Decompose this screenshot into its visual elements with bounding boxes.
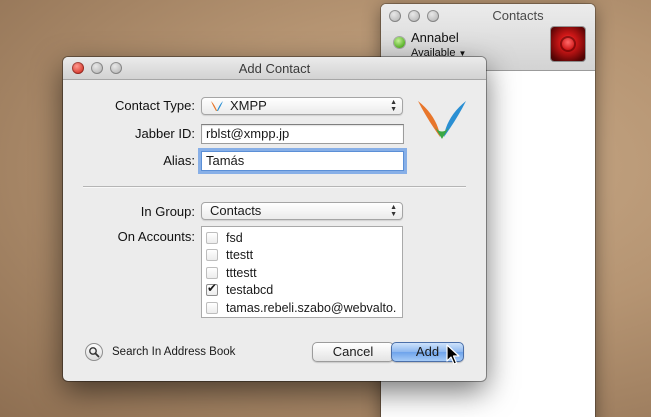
popup-arrows-icon: ▲ ▼	[390, 99, 397, 113]
search-address-book-label: Search In Address Book	[112, 346, 236, 358]
add-contact-dialog: Add Contact Contact Type: XMPP ▲ ▼ Jabber…	[63, 57, 486, 381]
account-name: testabcd	[226, 283, 274, 298]
account-checkbox-checked[interactable]	[206, 281, 218, 297]
search-address-book-button[interactable]: Search In Address Book	[85, 343, 235, 361]
list-item[interactable]: tamas.rebeli.szabo@webvalto.	[202, 299, 402, 317]
alias-field[interactable]: Tamás	[201, 151, 404, 171]
cancel-button[interactable]: Cancel	[312, 342, 394, 362]
group-value: Contacts	[210, 203, 262, 218]
xmpp-logo-icon	[418, 101, 466, 139]
account-checkbox[interactable]	[206, 301, 218, 314]
account-name: tttestt	[226, 265, 257, 280]
contact-type-popup[interactable]: XMPP ▲ ▼	[201, 97, 403, 115]
account-name: ttestt	[226, 248, 254, 263]
status-available-icon	[394, 37, 405, 48]
alias-label: Alias:	[163, 153, 195, 168]
dialog-title: Add Contact	[238, 61, 311, 76]
list-item[interactable]: fsd	[202, 229, 402, 247]
accounts-list: fsd ttestt tttestt testabcd tamas.rebeli…	[201, 226, 403, 318]
divider	[83, 186, 466, 188]
jabber-id-field[interactable]: rblst@xmpp.jp	[201, 124, 404, 144]
xmpp-small-icon	[211, 101, 223, 111]
group-popup[interactable]: Contacts ▲ ▼	[201, 202, 403, 220]
popup-arrows-icon: ▲ ▼	[390, 204, 397, 218]
contact-type-value: XMPP	[230, 98, 267, 113]
account-checkbox[interactable]	[206, 266, 218, 279]
account-name: tamas.rebeli.szabo@webvalto.	[226, 300, 397, 315]
list-item[interactable]: ttestt	[202, 247, 402, 265]
contact-type-label: Contact Type:	[115, 98, 195, 113]
list-item[interactable]: testabcd	[202, 281, 402, 300]
on-accounts-label: On Accounts:	[117, 229, 195, 244]
list-item[interactable]: tttestt	[202, 264, 402, 282]
magnifying-glass-icon	[85, 343, 103, 361]
account-name: fsd	[226, 230, 243, 245]
in-group-label: In Group:	[140, 204, 195, 219]
user-name[interactable]: Annabel	[411, 30, 459, 45]
avatar[interactable]	[551, 27, 585, 61]
mouse-cursor-icon	[446, 344, 460, 365]
account-checkbox[interactable]	[206, 249, 218, 262]
dialog-titlebar: Add Contact	[63, 57, 486, 80]
account-checkbox[interactable]	[206, 231, 218, 244]
contacts-window-title: Contacts	[492, 8, 544, 23]
jabber-id-label: Jabber ID:	[135, 126, 195, 141]
